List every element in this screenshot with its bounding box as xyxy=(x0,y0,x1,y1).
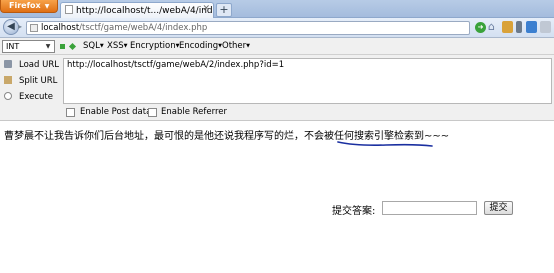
bookmarks-icon[interactable] xyxy=(502,21,513,33)
chevron-down-icon: ▼ xyxy=(246,43,250,49)
referrer-label: Enable Referrer xyxy=(161,107,228,117)
load-url-label: Load URL xyxy=(19,60,59,70)
menu-encoding[interactable]: Encoding▼ xyxy=(179,41,222,51)
hackbar-toolbar: INT ▼ SQL▼ XSS▼ Encryption▼ Encoding▼ Ot… xyxy=(0,38,554,55)
chevron-down-icon: ▼ xyxy=(123,43,128,49)
firefox-menu-label: Firefox xyxy=(9,1,41,10)
submit-button[interactable]: 提交 xyxy=(484,201,513,215)
phone-icon[interactable] xyxy=(516,21,522,33)
chevron-down-icon: ▼ xyxy=(45,43,51,50)
addon-icon[interactable] xyxy=(526,21,537,33)
menu-sql[interactable]: SQL▼ xyxy=(83,41,104,51)
url-host: localhost xyxy=(41,23,80,33)
menu-other-label: Other xyxy=(222,41,247,51)
page-icon xyxy=(65,5,73,14)
int-select-value: INT xyxy=(6,42,20,51)
execute-label: Execute xyxy=(19,92,53,102)
post-data-checkbox[interactable] xyxy=(66,108,75,117)
hackbar-url-textarea[interactable]: http://localhost/tsctf/game/webA/2/index… xyxy=(63,58,552,104)
menu-encryption[interactable]: Encryption▼ xyxy=(130,41,180,51)
tab-strip: Firefox ▼ http://localhost/t.../webA/4/in… xyxy=(0,0,554,18)
load-url-button[interactable]: Load URL xyxy=(4,60,59,72)
referrer-checkbox[interactable] xyxy=(148,108,157,117)
answer-label: 提交答案: xyxy=(332,206,376,217)
load-url-icon xyxy=(4,60,12,68)
home-icon[interactable]: ⌂ xyxy=(488,20,495,33)
url-path: /tsctf/game/webA/4/index.php xyxy=(79,23,208,33)
chevron-down-icon: ▼ xyxy=(44,3,50,10)
int-select[interactable]: INT ▼ xyxy=(2,40,55,53)
site-icon xyxy=(30,24,38,32)
split-url-label: Split URL xyxy=(19,76,58,86)
firefox-menu-button[interactable]: Firefox ▼ xyxy=(0,0,58,13)
browser-tab[interactable]: http://localhost/t.../webA/4/index.php ✕ xyxy=(60,2,214,18)
execute-icon xyxy=(4,92,12,100)
go-icon[interactable]: ➜ xyxy=(475,22,486,33)
menu-sql-label: SQL xyxy=(83,41,100,51)
menu-icon[interactable] xyxy=(540,21,551,33)
back-icon[interactable]: ◀ xyxy=(3,19,19,35)
hackbar-panel: Load URL Split URL Execute http://localh… xyxy=(0,55,554,121)
navigation-bar: ◀ ▸ localhost/tsctf/game/webA/4/index.ph… xyxy=(0,18,554,38)
plus-icon[interactable] xyxy=(68,42,77,51)
split-url-icon xyxy=(4,76,12,84)
new-tab-button[interactable]: + xyxy=(216,3,232,17)
menu-other[interactable]: Other▼ xyxy=(222,41,250,51)
minus-icon[interactable] xyxy=(60,44,65,49)
address-bar[interactable]: localhost/tsctf/game/webA/4/index.php ☆ xyxy=(26,21,484,35)
hand-drawn-underline xyxy=(337,141,433,147)
post-data-label: Enable Post data xyxy=(80,107,152,117)
menu-xss[interactable]: XSS▼ xyxy=(107,41,127,51)
menu-xss-label: XSS xyxy=(107,41,124,51)
execute-button[interactable]: Execute xyxy=(4,92,53,104)
menu-encoding-label: Encoding xyxy=(179,41,219,51)
tab-title: http://localhost/t.../webA/4/index.php xyxy=(76,6,213,16)
answer-input[interactable] xyxy=(382,201,477,215)
chevron-down-icon: ▼ xyxy=(99,43,104,49)
split-url-button[interactable]: Split URL xyxy=(4,76,57,88)
close-icon[interactable]: ✕ xyxy=(202,4,210,14)
menu-encryption-label: Encryption xyxy=(130,41,176,51)
